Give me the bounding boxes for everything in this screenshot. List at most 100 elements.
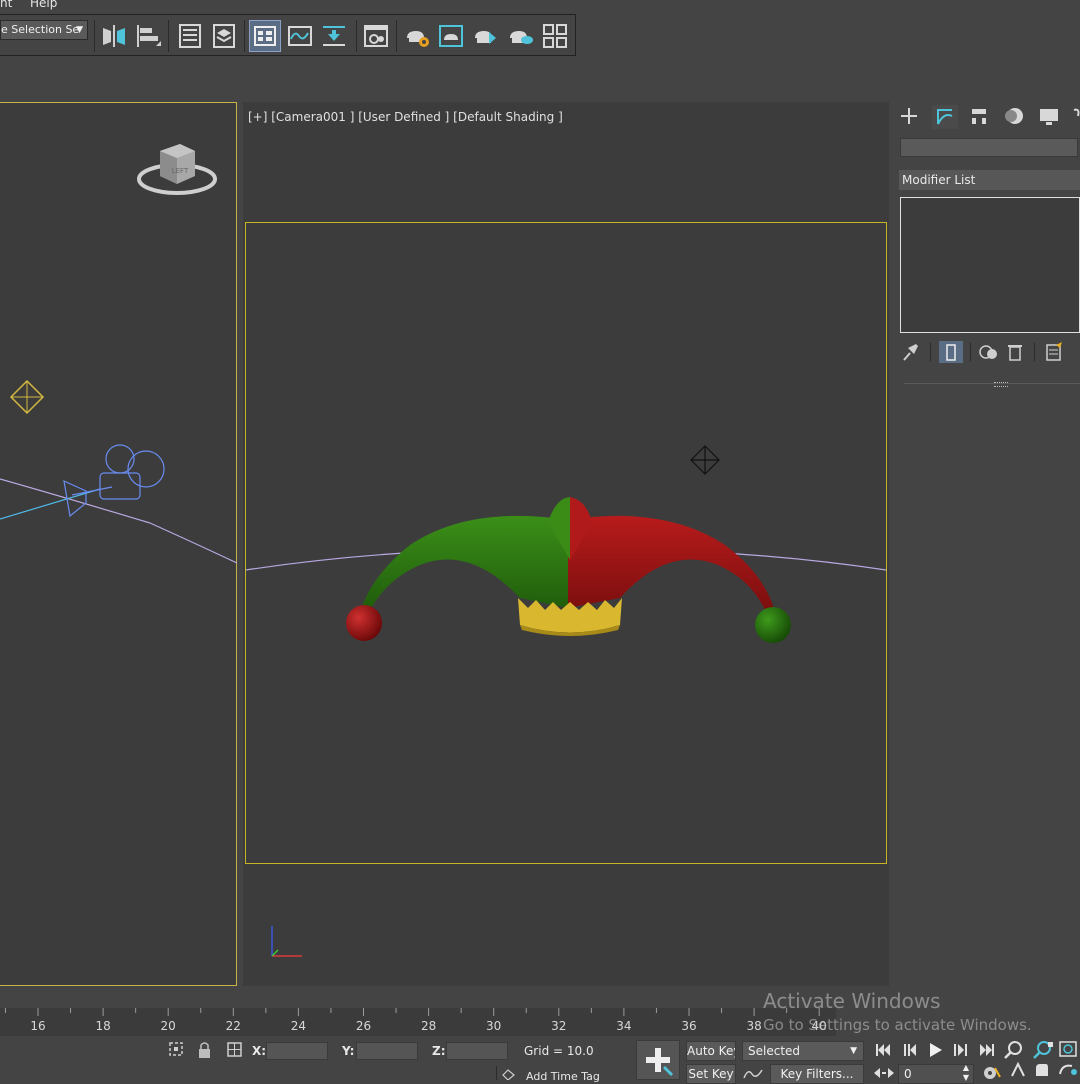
ribbon-strip-secondary xyxy=(0,78,1080,100)
timeline-tick-label: 30 xyxy=(486,1019,502,1033)
stack-controls xyxy=(903,341,1062,363)
field-of-view-icon[interactable] xyxy=(1011,1061,1025,1077)
z-coordinate-field[interactable] xyxy=(446,1042,508,1060)
time-configuration-icon[interactable] xyxy=(980,1064,1002,1080)
toolbar-separator xyxy=(356,20,357,52)
ribbon-icon xyxy=(254,26,276,46)
timeline-tick-label: 36 xyxy=(681,1019,697,1033)
axis-tripod-icon xyxy=(271,926,302,957)
timeline-tick-label: 22 xyxy=(225,1019,241,1033)
motion-tab-icon[interactable] xyxy=(1005,108,1023,124)
toolbar-separator xyxy=(396,20,397,52)
render-cloud-icon[interactable] xyxy=(506,22,534,50)
render-gallery-icon[interactable] xyxy=(541,22,569,50)
configure-modifier-sets-icon[interactable] xyxy=(1046,342,1062,361)
activate-windows-subtitle: Go to Settings to activate Windows. xyxy=(763,1016,1032,1034)
track-bar[interactable] xyxy=(0,1008,836,1036)
key-filters-button[interactable]: Key Filters... xyxy=(770,1064,864,1084)
mirror-icon[interactable] xyxy=(100,22,128,50)
menu-item-help[interactable]: Help xyxy=(30,0,57,10)
z-label: Z: xyxy=(432,1044,446,1058)
align-icon[interactable] xyxy=(134,22,162,50)
timeline-tick-label: 28 xyxy=(420,1019,437,1033)
set-key-button[interactable]: Set Key xyxy=(686,1064,736,1084)
default-tangents-icon[interactable] xyxy=(742,1066,764,1080)
timeline-tick-label: 34 xyxy=(616,1019,632,1033)
rollout-grip-icon[interactable] xyxy=(994,382,1008,387)
make-unique-icon[interactable] xyxy=(979,345,997,359)
layers-icon[interactable] xyxy=(210,22,238,50)
viewport-label[interactable]: [+] [Camera001 ] [User Defined ] [Defaul… xyxy=(248,110,563,124)
remove-modifier-icon[interactable] xyxy=(1008,345,1022,361)
timeline-tick-label: 18 xyxy=(95,1019,111,1033)
pin-stack-icon[interactable] xyxy=(903,344,918,361)
toolbar-separator xyxy=(168,20,169,52)
dropdown-arrow-icon: ▼ xyxy=(850,1046,857,1056)
hierarchy-tab-icon[interactable] xyxy=(972,109,986,124)
zoom-all-icon[interactable] xyxy=(1033,1041,1053,1059)
display-tab-icon[interactable] xyxy=(1040,109,1058,125)
pan-view-icon[interactable] xyxy=(1036,1064,1048,1076)
selection-tools xyxy=(169,1042,242,1058)
x-coordinate-field[interactable] xyxy=(266,1042,328,1060)
timeline-tick-label: 38 xyxy=(746,1019,762,1033)
playback-controls xyxy=(876,1043,994,1057)
add-time-tag[interactable]: Add Time Tag xyxy=(526,1070,600,1083)
play-icon[interactable] xyxy=(930,1043,942,1057)
absolute-mode-icon[interactable] xyxy=(227,1042,242,1057)
previous-frame-icon[interactable] xyxy=(904,1044,916,1056)
jester-hat-model[interactable] xyxy=(346,497,791,643)
viewcube-face-label: LEFT xyxy=(172,167,189,175)
render-icon[interactable] xyxy=(471,22,499,50)
utilities-tab-icon[interactable] xyxy=(1073,108,1080,117)
next-frame-icon[interactable] xyxy=(954,1044,967,1056)
modifier-list-dropdown[interactable]: Modifier List xyxy=(899,170,1080,190)
key-plus-icon xyxy=(646,1048,674,1077)
zoom-extents-icon[interactable] xyxy=(1059,1041,1077,1057)
timeline-tick-label: 24 xyxy=(290,1019,307,1033)
selection-lock-icon[interactable] xyxy=(199,1042,210,1058)
object-name-field[interactable] xyxy=(900,138,1078,157)
camera-target-icon[interactable] xyxy=(690,445,720,475)
current-frame-field[interactable]: 0 ▲ ▼ xyxy=(898,1064,974,1084)
modify-tab[interactable] xyxy=(932,105,958,129)
create-tab-icon[interactable] xyxy=(901,108,917,124)
go-to-end-icon[interactable] xyxy=(980,1044,994,1056)
current-frame-value: 0 xyxy=(904,1067,912,1081)
orbit-icon[interactable] xyxy=(1059,1064,1077,1075)
menu-bar: nt Help xyxy=(0,0,1080,14)
set-key-mode-button[interactable] xyxy=(636,1040,680,1080)
left-viewport-scene: LEFT xyxy=(0,144,237,564)
key-mode-toggle-icon[interactable] xyxy=(872,1066,896,1080)
named-selection-set-dropdown[interactable]: e Selection Se ▼ xyxy=(0,20,88,40)
go-to-start-icon[interactable] xyxy=(876,1044,890,1056)
rendered-frame-icon[interactable] xyxy=(437,22,465,50)
viewport-navigation xyxy=(1004,1041,1077,1077)
toolbar-separator xyxy=(244,20,245,52)
material-editor-icon[interactable] xyxy=(362,22,390,50)
x-label: X: xyxy=(252,1044,267,1058)
zoom-icon[interactable] xyxy=(1004,1041,1022,1059)
schematic-view-icon[interactable] xyxy=(320,22,348,50)
ribbon-strip xyxy=(0,56,1080,79)
light-gizmo-icon[interactable] xyxy=(9,379,45,415)
y-label: Y: xyxy=(342,1044,355,1058)
grid-readout: Grid = 10.0 xyxy=(524,1044,594,1058)
render-setup-icon[interactable] xyxy=(403,22,431,50)
key-set-value: Selected xyxy=(748,1044,801,1058)
isolate-selection-icon[interactable] xyxy=(169,1042,183,1056)
camera-gizmo-icon[interactable] xyxy=(63,444,165,518)
command-panel-tabs xyxy=(901,105,1080,129)
selection-set-value: e Selection Se xyxy=(1,23,80,36)
rollout-divider xyxy=(904,383,1080,384)
y-coordinate-field[interactable] xyxy=(356,1042,418,1060)
menu-item-partial[interactable]: nt xyxy=(0,0,12,10)
key-set-dropdown[interactable]: Selected ▼ xyxy=(742,1041,864,1061)
modifier-stack[interactable] xyxy=(900,197,1080,333)
layer-explorer-icon[interactable] xyxy=(176,22,204,50)
left-viewport[interactable]: LEFT xyxy=(0,102,237,986)
curve-editor-icon[interactable] xyxy=(286,22,314,50)
auto-key-button[interactable]: Auto Key xyxy=(686,1041,736,1061)
timeline-tick-label: 32 xyxy=(551,1019,567,1033)
dropdown-arrow-icon: ▼ xyxy=(76,25,83,35)
